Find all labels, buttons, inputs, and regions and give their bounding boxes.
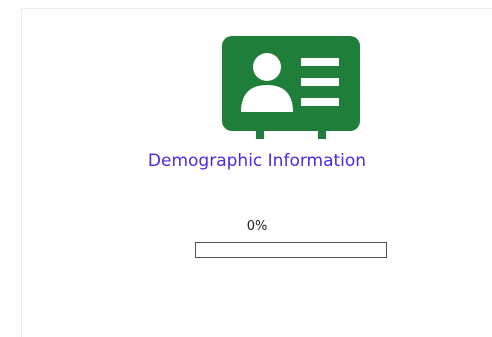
progress-percent-label: 0%: [246, 219, 268, 234]
demographic-information-link[interactable]: Demographic Information: [22, 9, 492, 229]
contact-card-icon: [222, 36, 360, 139]
demographic-card: Demographic Information 0%: [21, 8, 492, 337]
progress-bar: [195, 242, 387, 258]
card-title: Demographic Information: [147, 151, 367, 171]
